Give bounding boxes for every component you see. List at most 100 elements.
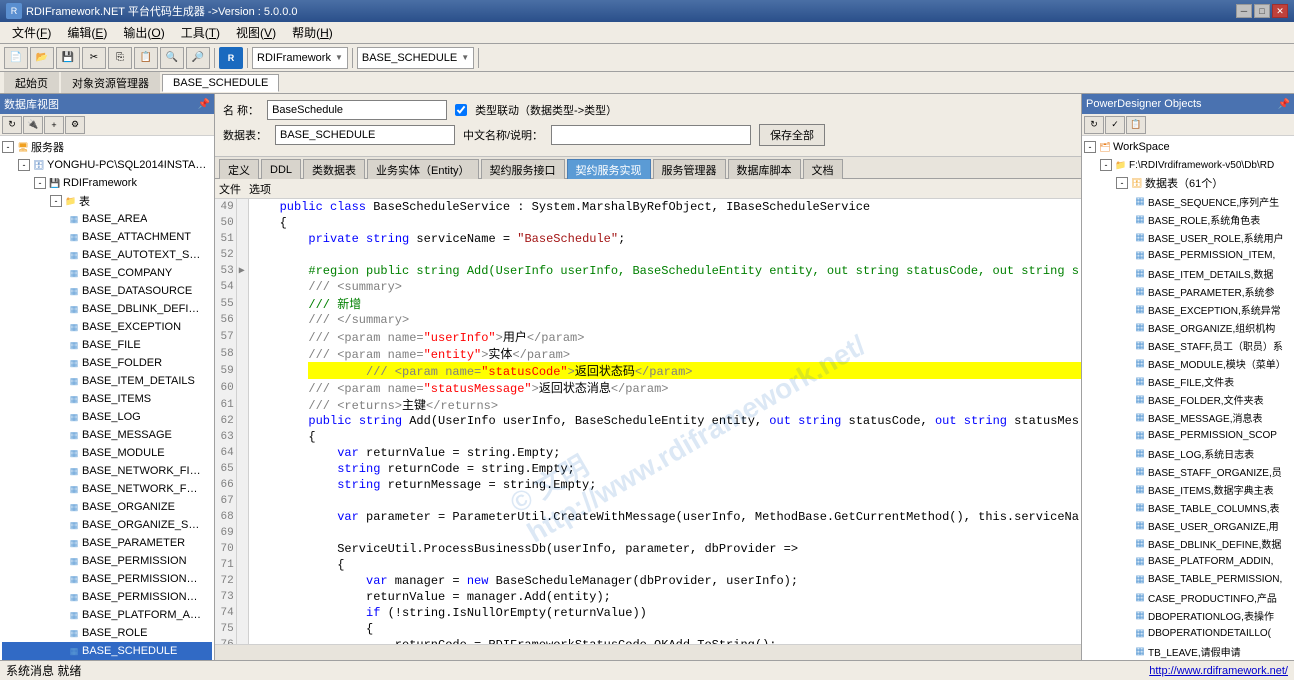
tree-server[interactable]: - 🖥 服务器 bbox=[2, 138, 212, 156]
tree-table-base_schedule[interactable]: ▦BASE_SCHEDULE bbox=[2, 642, 212, 660]
right-tree-item[interactable]: ▦BASE_ITEMS,数据字典主表 bbox=[1084, 480, 1292, 498]
panel-btn-refresh[interactable]: ↻ bbox=[2, 116, 22, 134]
right-btn3[interactable]: 📋 bbox=[1126, 116, 1146, 134]
tab-object-explorer[interactable]: 对象资源管理器 bbox=[61, 72, 160, 93]
server-expand[interactable]: - bbox=[2, 141, 14, 153]
tree-table-section[interactable]: - 📁 表 bbox=[2, 192, 212, 210]
toolbar-search[interactable]: 🔍 bbox=[160, 47, 184, 69]
code-area[interactable]: © 文明http://www.rdiframework.net/ 49 publ… bbox=[215, 199, 1081, 644]
right-tree-item[interactable]: ▦BASE_SEQUENCE,序列产生 bbox=[1084, 192, 1292, 210]
tab-contract-interface[interactable]: 契约服务接口 bbox=[481, 159, 565, 179]
right-tree-item[interactable]: ▦DBOPERATIONDETAILLO( bbox=[1084, 624, 1292, 642]
right-tree-item[interactable]: ▦BASE_MESSAGE,消息表 bbox=[1084, 408, 1292, 426]
tree-table-base_items[interactable]: ▦BASE_ITEMS bbox=[2, 390, 212, 408]
tab-define[interactable]: 定义 bbox=[219, 159, 259, 179]
tree-table-base_platform_addi[interactable]: ▦BASE_PLATFORM_ADDI bbox=[2, 606, 212, 624]
menu-output[interactable]: 输出(O) bbox=[115, 22, 172, 43]
type-sync-checkbox[interactable] bbox=[455, 104, 467, 116]
tab-ddl[interactable]: DDL bbox=[261, 159, 301, 179]
tree-table-base_message[interactable]: ▦BASE_MESSAGE bbox=[2, 426, 212, 444]
panel-btn-expand[interactable]: + bbox=[44, 116, 64, 134]
right-tree-item[interactable]: ▦BASE_STAFF_ORGANIZE,员 bbox=[1084, 462, 1292, 480]
right-tree-item[interactable]: ▦BASE_PERMISSION_SCOP bbox=[1084, 426, 1292, 444]
tree-table-base_exception[interactable]: ▦BASE_EXCEPTION bbox=[2, 318, 212, 336]
framework-dropdown[interactable]: RDIFramework ▼ bbox=[252, 47, 348, 69]
right-tree-item[interactable]: ▦BASE_PERMISSION_ITEM, bbox=[1084, 246, 1292, 264]
right-tree-item[interactable]: ▦TB_LEAVE,请假申请 bbox=[1084, 642, 1292, 660]
left-panel-pin[interactable]: 📌 bbox=[198, 99, 210, 110]
menu-tools[interactable]: 工具(T) bbox=[173, 22, 228, 43]
file-bar-file[interactable]: 文件 bbox=[219, 181, 241, 197]
right-tree-item[interactable]: ▦BASE_ITEM_DETAILS,数据 bbox=[1084, 264, 1292, 282]
tree-table-base_file[interactable]: ▦BASE_FILE bbox=[2, 336, 212, 354]
right-tree-item[interactable]: ▦BASE_PLATFORM_ADDIN, bbox=[1084, 552, 1292, 570]
menu-view[interactable]: 视图(V) bbox=[228, 22, 284, 43]
menu-file[interactable]: 文件(F) bbox=[4, 22, 59, 43]
form-table-input[interactable] bbox=[275, 125, 455, 145]
save-all-button[interactable]: 保存全部 bbox=[759, 124, 825, 146]
right-tree-item[interactable]: ▦BASE_EXCEPTION,系统异常 bbox=[1084, 300, 1292, 318]
tree-table-base_permission_sc[interactable]: ▦BASE_PERMISSION_SC bbox=[2, 588, 212, 606]
tab-start[interactable]: 起始页 bbox=[4, 72, 59, 93]
toolbar-new[interactable]: 📄 bbox=[4, 47, 28, 69]
tab-base-schedule[interactable]: BASE_SCHEDULE bbox=[162, 74, 279, 92]
status-link[interactable]: http://www.rdiframework.net/ bbox=[1149, 665, 1288, 677]
file-bar-option[interactable]: 选项 bbox=[249, 181, 271, 197]
right-tree-item[interactable]: ▦BASE_LOG,系统日志表 bbox=[1084, 444, 1292, 462]
tree-table-base_permission_ite[interactable]: ▦BASE_PERMISSION_ITE bbox=[2, 570, 212, 588]
hscroll[interactable] bbox=[215, 645, 1081, 661]
tree-table-base_area[interactable]: ▦BASE_AREA bbox=[2, 210, 212, 228]
tree-table-base_module[interactable]: ▦BASE_MODULE bbox=[2, 444, 212, 462]
table-section-expand[interactable]: - bbox=[50, 195, 62, 207]
toolbar-zoom-in[interactable]: 🔎 bbox=[186, 47, 210, 69]
right-tree-item[interactable]: ▦BASE_DBLINK_DEFINE,数据 bbox=[1084, 534, 1292, 552]
tree-table-base_network_fold[interactable]: ▦BASE_NETWORK_FOLD bbox=[2, 480, 212, 498]
tree-table-base_permission[interactable]: ▦BASE_PERMISSION bbox=[2, 552, 212, 570]
close-button[interactable]: ✕ bbox=[1272, 4, 1288, 18]
right-tree-item[interactable]: ▦BASE_USER_ORGANIZE,用 bbox=[1084, 516, 1292, 534]
tab-db-script[interactable]: 数据库脚本 bbox=[728, 159, 801, 179]
tree-table-base_company[interactable]: ▦BASE_COMPANY bbox=[2, 264, 212, 282]
right-tree-item[interactable]: ▦DBOPERATIONLOG,表操作 bbox=[1084, 606, 1292, 624]
tab-document[interactable]: 文档 bbox=[803, 159, 843, 179]
tab-class-data[interactable]: 类数据表 bbox=[303, 159, 365, 179]
tree-db[interactable]: - 💾 RDIFramework bbox=[2, 174, 212, 192]
tree-table-base_autotext_sql[interactable]: ▦BASE_AUTOTEXT_SQL bbox=[2, 246, 212, 264]
tree-table-base_log[interactable]: ▦BASE_LOG bbox=[2, 408, 212, 426]
path-expand[interactable]: - bbox=[1100, 159, 1112, 171]
right-tree-workspace[interactable]: - 🗂 WorkSpace bbox=[1084, 138, 1292, 156]
tab-entity[interactable]: 业务实体（Entity） bbox=[367, 159, 479, 179]
right-tree-item[interactable]: ▦BASE_FILE,文件表 bbox=[1084, 372, 1292, 390]
toolbar-paste[interactable]: 📋 bbox=[134, 47, 158, 69]
panel-btn-settings[interactable]: ⚙ bbox=[65, 116, 85, 134]
schedule-dropdown[interactable]: BASE_SCHEDULE ▼ bbox=[357, 47, 474, 69]
right-tree-item[interactable]: ▦CASE_PRODUCTINFO,产品 bbox=[1084, 588, 1292, 606]
workspace-expand[interactable]: - bbox=[1084, 141, 1096, 153]
tree-table-base_datasource[interactable]: ▦BASE_DATASOURCE bbox=[2, 282, 212, 300]
right-tree-item[interactable]: ▦BASE_ORGANIZE,组织机构 bbox=[1084, 318, 1292, 336]
toolbar-save[interactable]: 💾 bbox=[56, 47, 80, 69]
menu-help[interactable]: 帮助(H) bbox=[284, 22, 341, 43]
panel-btn-connect[interactable]: 🔌 bbox=[23, 116, 43, 134]
tab-contract-impl[interactable]: 契约服务实现 bbox=[567, 159, 651, 179]
tab-service-manager[interactable]: 服务管理器 bbox=[653, 159, 726, 179]
right-panel-pin[interactable]: 📌 bbox=[1278, 99, 1290, 110]
db-expand[interactable]: - bbox=[34, 177, 46, 189]
form-name-input[interactable] bbox=[267, 100, 447, 120]
right-btn1[interactable]: ↻ bbox=[1084, 116, 1104, 134]
right-tree-item[interactable]: ▦BASE_ROLE,系统角色表 bbox=[1084, 210, 1292, 228]
right-btn2[interactable]: ✓ bbox=[1105, 116, 1125, 134]
menu-edit[interactable]: 编辑(E) bbox=[59, 22, 115, 43]
tree-table-base_parameter[interactable]: ▦BASE_PARAMETER bbox=[2, 534, 212, 552]
maximize-button[interactable]: □ bbox=[1254, 4, 1270, 18]
tree-table-base_folder[interactable]: ▦BASE_FOLDER bbox=[2, 354, 212, 372]
toolbar-copy[interactable]: ⎘ bbox=[108, 47, 132, 69]
toolbar-cut[interactable]: ✂ bbox=[82, 47, 106, 69]
tree-table-base_role[interactable]: ▦BASE_ROLE bbox=[2, 624, 212, 642]
form-cn-input[interactable] bbox=[551, 125, 751, 145]
right-tree-item[interactable]: ▦BASE_TABLE_COLUMNS,表 bbox=[1084, 498, 1292, 516]
db-section-expand[interactable]: - bbox=[1116, 177, 1128, 189]
tree-table-base_dblink_define[interactable]: ▦BASE_DBLINK_DEFINE bbox=[2, 300, 212, 318]
tree-instance[interactable]: - 🗄 YONGHU-PC\SQL2014INSTANCE bbox=[2, 156, 212, 174]
right-tree-item[interactable]: ▦BASE_STAFF,员工（职员）系 bbox=[1084, 336, 1292, 354]
